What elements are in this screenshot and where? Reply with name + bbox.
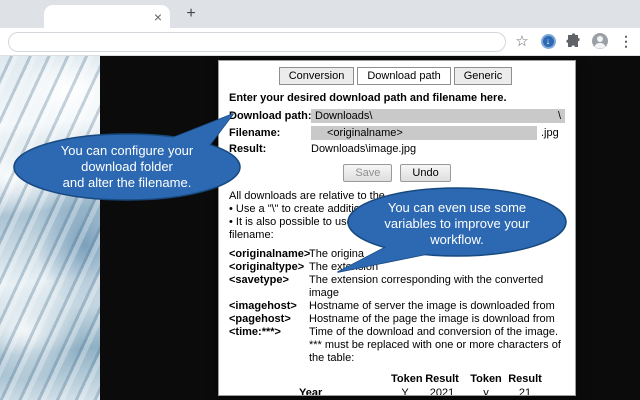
result-row: Result: Downloads\image.jpg	[229, 143, 565, 155]
download-path-input[interactable]: Downloads\ \	[311, 109, 565, 123]
tab-generic[interactable]: Generic	[454, 67, 513, 85]
address-bar[interactable]	[8, 32, 506, 52]
time-token-table: Token Result Token Result Year Y 2021 y …	[299, 372, 565, 396]
bubble-text-line: variables to improve your	[384, 216, 530, 231]
tab-conversion[interactable]: Conversion	[279, 67, 355, 85]
variable-tag: <pagehost>	[229, 313, 309, 326]
col-header: Result	[419, 372, 465, 386]
filename-input[interactable]: <originalname>	[311, 126, 537, 140]
popup-heading: Enter your desired download path and fil…	[229, 92, 565, 104]
save-button[interactable]: Save	[343, 164, 392, 182]
undo-button[interactable]: Undo	[400, 164, 450, 182]
variable-desc: Hostname of the page the image is downlo…	[309, 313, 565, 326]
variable-tag: <originaltype>	[229, 261, 309, 274]
speech-bubble-right: You can even use some variables to impro…	[328, 185, 574, 283]
table-header-row: Token Result Token Result	[299, 372, 565, 386]
bubble-text-line: You can configure your	[61, 143, 194, 158]
download-path-value: Downloads\	[315, 110, 372, 122]
button-row: Save Undo	[229, 164, 565, 182]
browser-window: × + ☆ ↓ ⋮ Conversion Download path Gener…	[0, 0, 640, 400]
bookmark-star-icon[interactable]: ☆	[512, 31, 532, 51]
profile-avatar[interactable]	[590, 31, 610, 51]
filename-row: Filename: <originalname> .jpg	[229, 126, 565, 140]
variable-tag: <imagehost>	[229, 300, 309, 313]
variable-tag: <savetype>	[229, 274, 309, 300]
speech-bubble-left: You can configure your download folder a…	[4, 102, 248, 206]
close-tab-icon[interactable]: ×	[154, 10, 162, 24]
variable-row: <time:***> Time of the download and conv…	[229, 326, 565, 365]
browser-menu-icon[interactable]: ⋮	[616, 31, 636, 51]
table-row: Year Y 2021 y 21	[299, 386, 565, 396]
tab-strip: × +	[0, 0, 640, 28]
col-header: Result	[507, 372, 543, 386]
extensions-puzzle-icon[interactable]	[564, 31, 584, 51]
extension-logo-icon[interactable]: ↓	[538, 31, 558, 51]
col-header: Token	[465, 372, 507, 386]
variable-row: <pagehost> Hostname of the page the imag…	[229, 313, 565, 326]
bubble-text-line: download folder	[81, 159, 173, 174]
variable-tag: <time:***>	[229, 326, 309, 365]
bubble-text-line: and alter the filename.	[63, 175, 192, 190]
extension-logo-circle: ↓	[541, 34, 556, 49]
puzzle-glyph	[566, 33, 582, 49]
browser-tab[interactable]: ×	[44, 5, 170, 28]
new-tab-button[interactable]: +	[180, 3, 202, 25]
col-header: Token	[391, 372, 419, 386]
filename-value: <originalname>	[327, 127, 403, 139]
variable-row: <imagehost> Hostname of server the image…	[229, 300, 565, 313]
result-value: Downloads\image.jpg	[311, 143, 416, 155]
bubble-text-line: workflow.	[429, 232, 483, 247]
page-content: Conversion Download path Generic Enter y…	[0, 56, 640, 400]
popup-tabs: Conversion Download path Generic	[229, 67, 565, 85]
bubble-text-line: You can even use some	[388, 200, 526, 215]
download-path-row: Download path: Downloads\ \	[229, 109, 565, 123]
variable-desc: Hostname of server the image is download…	[309, 300, 565, 313]
variable-desc: Time of the download and conversion of t…	[309, 326, 565, 365]
avatar-glyph	[591, 32, 609, 50]
filename-extension: .jpg	[541, 127, 559, 139]
download-path-suffix: \	[558, 110, 561, 122]
tab-download-path[interactable]: Download path	[357, 67, 450, 85]
variable-tag: <originalname>	[229, 248, 309, 261]
